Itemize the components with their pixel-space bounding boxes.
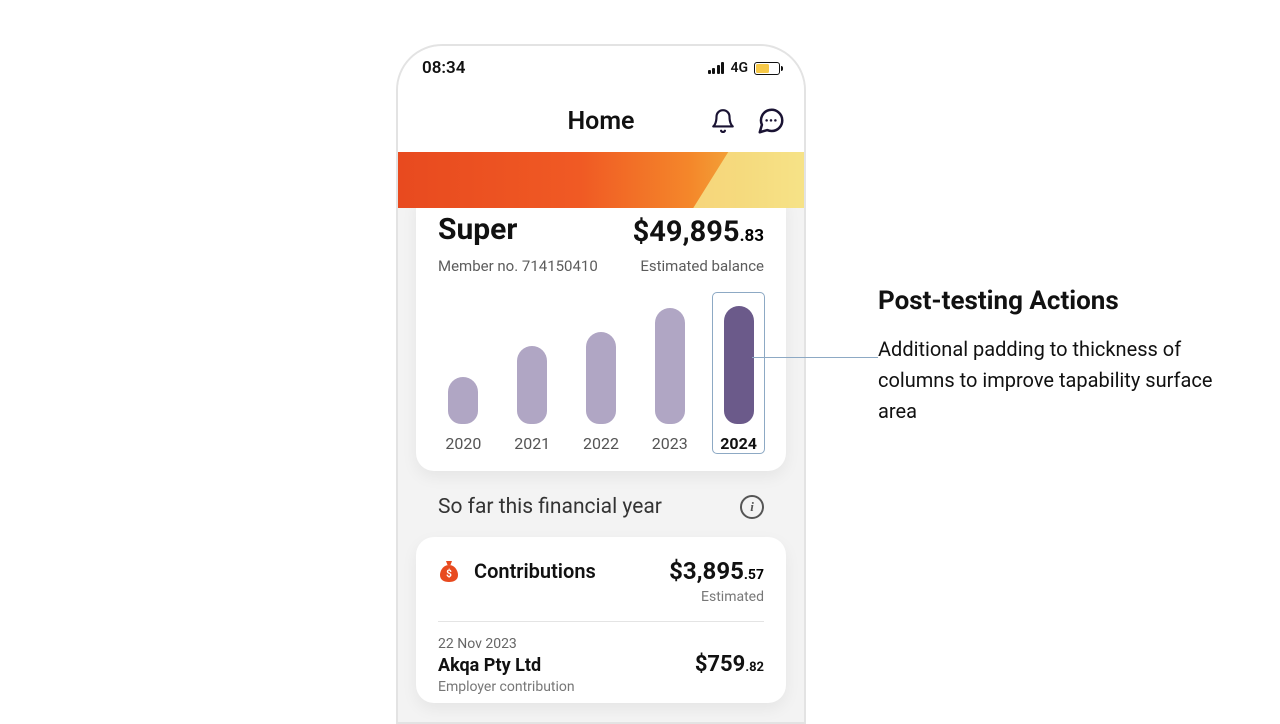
chat-button[interactable] (754, 104, 788, 138)
bar-fill (586, 332, 616, 424)
svg-text:$: $ (446, 567, 452, 580)
money-bag-icon: $ (438, 559, 460, 583)
transaction-date: 22 Nov 2023 (438, 636, 575, 652)
bar-label: 2021 (514, 434, 550, 453)
transaction-name: Akqa Pty Ltd (438, 655, 575, 676)
contributions-title: Contributions (474, 559, 596, 583)
battery-icon (754, 62, 780, 75)
super-balance-card[interactable]: Super $49,895.83 Member no. 714150410 Es… (416, 190, 786, 471)
phone-screen: 08:34 4G Home (398, 46, 804, 722)
bar-label: 2024 (720, 434, 757, 453)
status-bar: 08:34 4G (398, 46, 804, 90)
balance-cents: .83 (740, 226, 764, 246)
bar-label: 2022 (583, 434, 619, 453)
chart-bar-2022[interactable]: 2022 (576, 293, 627, 453)
phone-frame: 08:34 4G Home (396, 44, 806, 724)
balance-amount: $49,895.83 (633, 218, 764, 247)
info-icon: i (750, 499, 754, 515)
balance-bar-chart: 2020 2021 2022 2023 2024 (438, 293, 764, 453)
contributions-amount: $3,895.57 (669, 557, 764, 585)
bar-fill (655, 308, 685, 424)
chart-bar-2023[interactable]: 2023 (644, 293, 695, 453)
transaction-amount: $759.82 (695, 652, 764, 677)
chart-bar-2020[interactable]: 2020 (438, 293, 489, 453)
member-number: Member no. 714150410 (438, 257, 598, 275)
info-button[interactable]: i (740, 495, 764, 519)
notifications-button[interactable] (706, 104, 740, 138)
section-heading: So far this financial year (438, 495, 662, 519)
bell-icon (710, 108, 736, 134)
bar-label: 2020 (445, 434, 481, 453)
status-right: 4G (708, 60, 780, 76)
page-title: Home (567, 107, 634, 136)
network-label: 4G (730, 60, 748, 76)
contributions-card[interactable]: $ Contributions $3,895.57 Estimated 22 N… (416, 537, 786, 703)
chart-bar-2024[interactable]: 2024 (713, 293, 764, 453)
callout-body: Additional padding to thickness of colum… (878, 334, 1218, 427)
accent-banner (398, 152, 804, 208)
estimated-label: Estimated (438, 589, 764, 605)
callout-title: Post-testing Actions (878, 286, 1218, 316)
annotation-connector (752, 357, 878, 358)
status-time: 08:34 (422, 58, 465, 78)
section-heading-row: So far this financial year i (416, 471, 786, 537)
txn-amount-cents: .82 (745, 660, 764, 675)
txn-amount-main: $759 (695, 652, 746, 677)
divider (438, 621, 764, 622)
scroll-body[interactable]: Super $49,895.83 Member no. 714150410 Es… (398, 190, 804, 703)
nav-bar: Home (398, 90, 804, 152)
signal-icon (708, 62, 725, 74)
bar-fill (448, 377, 478, 424)
super-title: Super (438, 212, 517, 247)
chat-icon (756, 106, 786, 136)
bar-label: 2023 (652, 434, 688, 453)
balance-label: Estimated balance (640, 257, 764, 275)
contrib-amount-main: $3,895 (669, 557, 744, 585)
chart-bar-2021[interactable]: 2021 (507, 293, 558, 453)
transaction-row[interactable]: 22 Nov 2023 Akqa Pty Ltd Employer contri… (438, 636, 764, 695)
contrib-amount-cents: .57 (744, 567, 764, 583)
bar-fill (724, 306, 754, 424)
bar-fill (517, 346, 547, 424)
transaction-type: Employer contribution (438, 679, 575, 695)
balance-main: $49,895 (633, 215, 740, 249)
annotation-callout: Post-testing Actions Additional padding … (878, 286, 1218, 427)
